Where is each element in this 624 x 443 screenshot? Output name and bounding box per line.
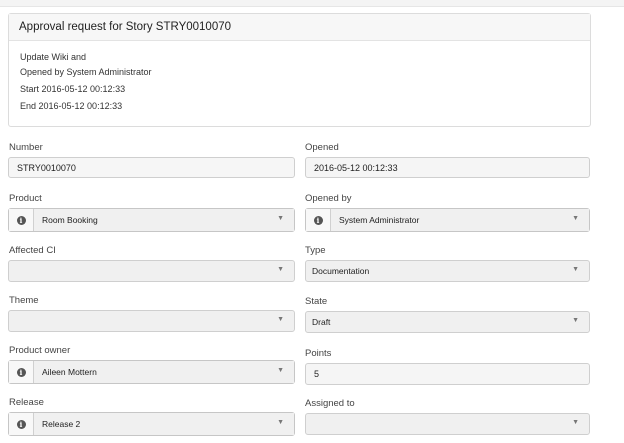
chevron-down-icon: ▼ xyxy=(277,367,284,374)
opened-by-value: System Administrator xyxy=(339,215,420,225)
release-value: Release 2 xyxy=(42,419,81,429)
assigned-to-label: Assigned to xyxy=(305,398,355,409)
state-value: Draft xyxy=(312,317,331,327)
product-field[interactable]: Room Booking ▼ xyxy=(34,209,294,231)
release-info-button[interactable]: i xyxy=(9,413,34,435)
chevron-down-icon: ▼ xyxy=(572,419,579,426)
product-info-button[interactable]: i xyxy=(9,209,34,231)
product-label: Product xyxy=(9,193,42,204)
theme-label: Theme xyxy=(9,295,39,306)
release-label: Release xyxy=(9,397,44,408)
number-field[interactable]: STRY0010070 xyxy=(8,157,295,178)
chevron-down-icon: ▼ xyxy=(277,215,284,222)
info-icon: i xyxy=(16,367,26,377)
chevron-down-icon: ▼ xyxy=(277,419,284,426)
type-select[interactable]: Documentation ▼ xyxy=(305,260,590,282)
assigned-to-select[interactable]: ▼ xyxy=(305,413,590,435)
approval-description: Update Wiki and xyxy=(20,52,87,62)
theme-select[interactable]: ▼ xyxy=(8,310,295,332)
product-owner-field[interactable]: Aileen Mottern ▼ xyxy=(34,361,294,383)
release-field[interactable]: Release 2 ▼ xyxy=(34,413,294,435)
product-owner-value: Aileen Mottern xyxy=(42,367,97,377)
info-icon: i xyxy=(313,215,323,225)
state-label: State xyxy=(305,296,328,307)
product-owner-reference[interactable]: i Aileen Mottern ▼ xyxy=(8,360,295,384)
chevron-down-icon: ▼ xyxy=(572,266,579,273)
type-label: Type xyxy=(305,245,326,256)
approval-title: Approval request for Story STRY0010070 xyxy=(9,14,590,41)
approval-start: Start 2016-05-12 00:12:33 xyxy=(20,84,126,94)
info-icon: i xyxy=(16,215,26,225)
number-label: Number xyxy=(9,142,43,153)
top-bar xyxy=(0,0,624,7)
chevron-down-icon: ▼ xyxy=(572,317,579,324)
type-value: Documentation xyxy=(312,266,370,276)
points-field[interactable]: 5 xyxy=(305,363,590,385)
release-reference[interactable]: i Release 2 ▼ xyxy=(8,412,295,436)
chevron-down-icon: ▼ xyxy=(277,266,284,273)
opened-by-label: Opened by xyxy=(305,193,352,204)
opened-by-field[interactable]: System Administrator ▼ xyxy=(331,209,589,231)
approval-end: End 2016-05-12 00:12:33 xyxy=(20,101,123,111)
info-icon: i xyxy=(16,419,26,429)
approval-opened-by: Opened by System Administrator xyxy=(20,67,152,77)
approval-card: Approval request for Story STRY0010070 U… xyxy=(8,13,591,127)
product-reference[interactable]: i Room Booking ▼ xyxy=(8,208,295,232)
chevron-down-icon: ▼ xyxy=(572,215,579,222)
affected-ci-select[interactable]: ▼ xyxy=(8,260,295,282)
product-owner-label: Product owner xyxy=(9,345,71,356)
chevron-down-icon: ▼ xyxy=(277,316,284,323)
product-owner-info-button[interactable]: i xyxy=(9,361,34,383)
opened-label: Opened xyxy=(305,142,339,153)
affected-ci-label: Affected CI xyxy=(9,245,56,256)
opened-field[interactable]: 2016-05-12 00:12:33 xyxy=(305,157,590,178)
points-label: Points xyxy=(305,348,332,359)
opened-by-info-button[interactable]: i xyxy=(306,209,331,231)
product-value: Room Booking xyxy=(42,215,98,225)
opened-by-reference[interactable]: i System Administrator ▼ xyxy=(305,208,590,232)
state-select[interactable]: Draft ▼ xyxy=(305,311,590,333)
